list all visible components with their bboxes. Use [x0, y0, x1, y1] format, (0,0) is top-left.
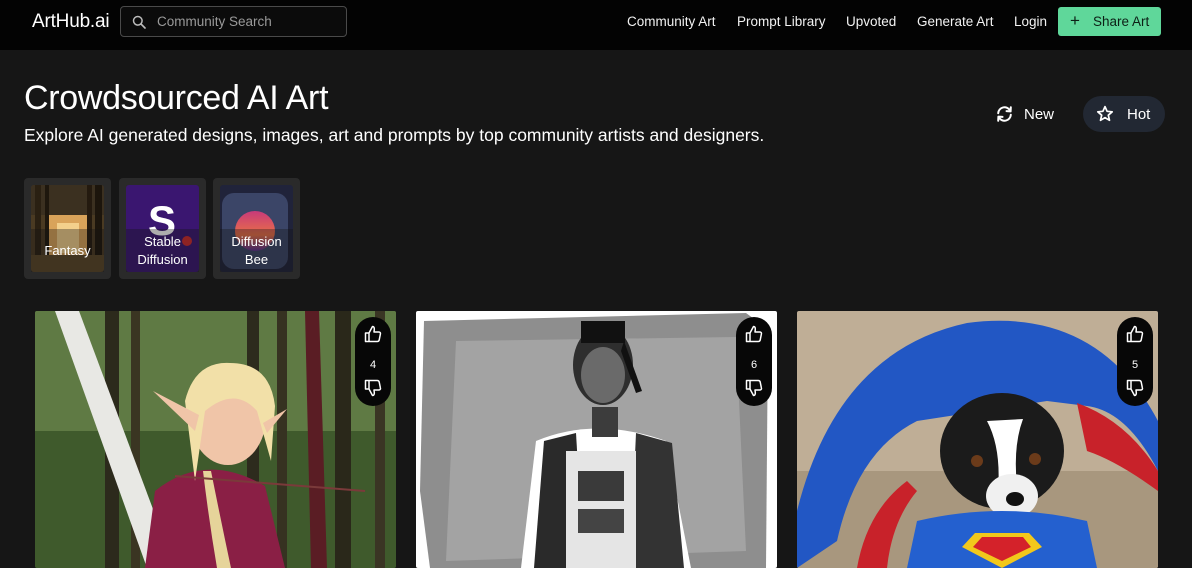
logo[interactable]: ArtHub.ai — [32, 11, 110, 33]
thumbs-up-icon[interactable] — [363, 324, 383, 344]
art-card[interactable]: 4 — [35, 311, 396, 568]
thumbs-up-icon[interactable] — [744, 324, 764, 344]
refresh-icon — [997, 106, 1012, 122]
category-label: Fantasy — [31, 229, 104, 272]
nav-link-community-art[interactable]: Community Art — [627, 14, 716, 29]
page-title: Crowdsourced AI Art — [24, 79, 329, 117]
sort-new-label: New — [1024, 106, 1055, 123]
page-subtitle: Explore AI generated designs, images, ar… — [24, 125, 765, 145]
elf-archer-image — [35, 311, 396, 568]
star-icon — [1096, 105, 1114, 122]
category-stable-diffusion[interactable]: S Stable Diffusion — [119, 178, 206, 279]
share-art-label: Share Art — [1093, 14, 1150, 29]
vote-widget: 6 — [736, 317, 772, 406]
search-input[interactable] — [157, 7, 343, 36]
search-box[interactable] — [120, 6, 347, 37]
vote-widget: 5 — [1117, 317, 1153, 406]
share-art-button[interactable]: + Share Art — [1058, 7, 1161, 36]
search-icon — [132, 15, 146, 29]
category-diffusion-bee[interactable]: Diffusion Bee — [213, 178, 300, 279]
nav-link-upvoted[interactable]: Upvoted — [846, 14, 896, 29]
vote-count: 5 — [1131, 359, 1139, 371]
sort-new-button[interactable]: New — [982, 96, 1066, 132]
art-card[interactable]: 5 — [797, 311, 1158, 568]
thumbs-down-icon[interactable] — [363, 378, 383, 398]
plus-icon: + — [1070, 11, 1080, 30]
soldier-sketch-image — [416, 311, 777, 568]
sort-hot-label: Hot — [1127, 106, 1151, 123]
thumbs-down-icon[interactable] — [744, 378, 764, 398]
thumbs-up-icon[interactable] — [1125, 324, 1145, 344]
nav-link-prompt-library[interactable]: Prompt Library — [737, 14, 826, 29]
art-card[interactable]: 6 — [416, 311, 777, 568]
nav-link-generate-art[interactable]: Generate Art — [917, 14, 994, 29]
superman-puppy-image — [797, 311, 1158, 568]
category-label: Diffusion Bee — [220, 229, 293, 272]
top-nav: ArtHub.ai Community Art Prompt Library U… — [0, 0, 1192, 50]
category-label: Stable Diffusion — [126, 229, 199, 272]
category-fantasy[interactable]: Fantasy — [24, 178, 111, 279]
thumbs-down-icon[interactable] — [1125, 378, 1145, 398]
vote-count: 4 — [369, 359, 377, 371]
nav-link-login[interactable]: Login — [1014, 14, 1047, 29]
vote-count: 6 — [750, 359, 758, 371]
sort-hot-button[interactable]: Hot — [1083, 96, 1165, 132]
vote-widget: 4 — [355, 317, 391, 406]
